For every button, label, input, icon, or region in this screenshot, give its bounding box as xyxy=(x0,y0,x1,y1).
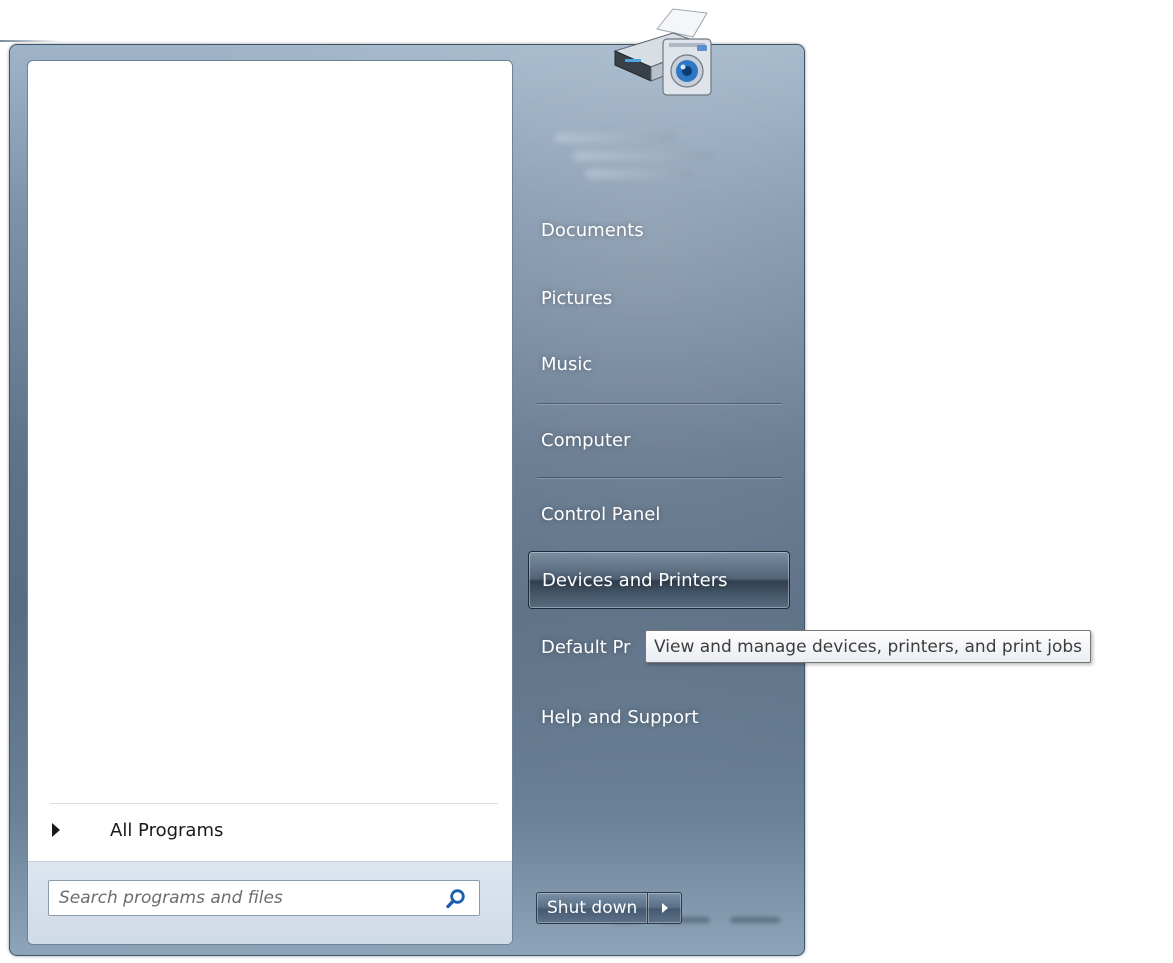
tooltip: View and manage devices, printers, and p… xyxy=(645,630,1092,663)
computer-label: Computer xyxy=(541,429,631,451)
help-and-support-item[interactable]: Help and Support xyxy=(528,690,790,744)
documents-label: Documents xyxy=(541,219,644,241)
search-icon[interactable] xyxy=(445,888,467,910)
shutdown-group: Shut down xyxy=(536,892,683,924)
music-item[interactable]: Music xyxy=(528,337,790,391)
search-band xyxy=(28,861,512,944)
right-pane: Documents Pictures Music Computer Contro… xyxy=(525,8,800,955)
documents-item[interactable]: Documents xyxy=(528,203,790,257)
pictures-label: Pictures xyxy=(541,287,613,309)
devices-and-printers-label: Devices and Printers xyxy=(542,569,728,591)
search-input[interactable] xyxy=(49,887,431,909)
all-programs-label: All Programs xyxy=(110,819,224,841)
printer-camera-icon xyxy=(613,8,712,96)
shutdown-label: Shut down xyxy=(547,898,638,918)
control-panel-item[interactable]: Control Panel xyxy=(528,487,790,541)
arrow-right-icon xyxy=(52,823,60,837)
right-separator xyxy=(537,403,782,405)
all-programs-button[interactable]: All Programs xyxy=(38,811,498,849)
music-label: Music xyxy=(541,353,593,375)
desktop: All Programs Search programs and files D… xyxy=(0,0,1173,963)
pinned-programs-list xyxy=(28,61,512,801)
help-and-support-label: Help and Support xyxy=(541,706,699,728)
control-panel-label: Control Panel xyxy=(541,503,661,525)
shutdown-options-button[interactable] xyxy=(648,892,683,924)
right-separator xyxy=(537,477,782,479)
desktop-edge xyxy=(0,40,60,42)
arrow-right-icon xyxy=(661,903,668,913)
pictures-item[interactable]: Pictures xyxy=(528,271,790,325)
left-pane: All Programs xyxy=(27,60,513,945)
user-name-blurred xyxy=(555,125,713,195)
devices-and-printers-item[interactable]: Devices and Printers xyxy=(528,551,790,609)
shutdown-button[interactable]: Shut down xyxy=(536,892,649,924)
default-programs-label: Default Pr xyxy=(541,636,631,658)
start-menu: All Programs Search programs and files D… xyxy=(9,8,805,956)
search-box[interactable] xyxy=(48,880,480,916)
computer-item[interactable]: Computer xyxy=(528,413,790,467)
left-separator xyxy=(50,803,498,804)
tooltip-text: View and manage devices, printers, and p… xyxy=(654,636,1083,657)
